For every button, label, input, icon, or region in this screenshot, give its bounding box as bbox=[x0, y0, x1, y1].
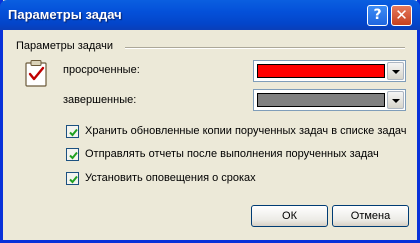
overdue-color-select[interactable] bbox=[253, 60, 406, 82]
check-mark-icon bbox=[69, 151, 78, 160]
completed-dropdown-arrow-icon[interactable] bbox=[387, 91, 404, 109]
group-label: Параметры задачи bbox=[16, 40, 114, 52]
checkbox-keep-copies-label: Хранить обновленные копии порученных зад… bbox=[85, 125, 407, 137]
close-button[interactable]: ✕ bbox=[391, 5, 412, 26]
overdue-color-swatch bbox=[257, 64, 385, 78]
task-clipboard-icon bbox=[25, 60, 47, 87]
completed-label: завершенные: bbox=[63, 94, 137, 106]
overdue-dropdown-arrow-icon[interactable] bbox=[387, 62, 404, 80]
checkbox-keep-copies-box[interactable] bbox=[66, 125, 79, 138]
checkbox-set-reminders-label: Установить оповещения о сроках bbox=[85, 172, 256, 184]
completed-color-select[interactable] bbox=[253, 89, 406, 111]
check-mark-icon bbox=[69, 128, 78, 137]
completed-color-swatch bbox=[257, 93, 385, 107]
title-bar[interactable]: Параметры задач ? ✕ bbox=[0, 0, 420, 30]
checkbox-set-reminders[interactable]: Установить оповещения о сроках bbox=[66, 171, 411, 187]
ok-button[interactable]: ОК bbox=[251, 205, 328, 227]
checkbox-keep-copies[interactable]: Хранить обновленные копии порученных зад… bbox=[66, 124, 411, 140]
cancel-button[interactable]: Отмена bbox=[332, 205, 409, 227]
checkbox-send-reports-box[interactable] bbox=[66, 148, 79, 161]
dialog-title: Параметры задач bbox=[8, 7, 122, 22]
group-divider bbox=[125, 47, 405, 49]
checkbox-set-reminders-box[interactable] bbox=[66, 172, 79, 185]
overdue-label: просроченные: bbox=[63, 64, 140, 76]
checkbox-send-reports-label: Отправлять отчеты после выполнения поруч… bbox=[85, 148, 379, 160]
help-button[interactable]: ? bbox=[367, 5, 388, 26]
task-options-dialog: Параметры задач ? ✕ Параметры задачи про… bbox=[0, 0, 420, 243]
check-mark-icon bbox=[69, 175, 78, 184]
checkbox-send-reports[interactable]: Отправлять отчеты после выполнения поруч… bbox=[66, 147, 411, 163]
